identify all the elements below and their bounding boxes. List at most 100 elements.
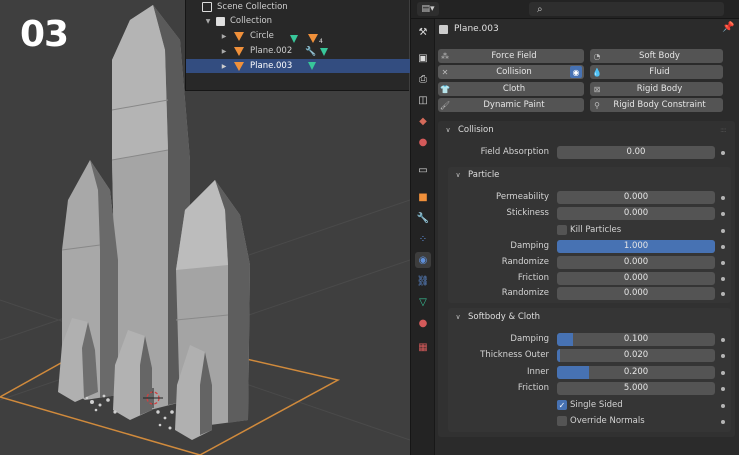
keyframe-dot-icon[interactable] <box>721 229 725 233</box>
outliner-row-label: Scene Collection <box>217 2 288 12</box>
tab-view-layer[interactable]: ◫ <box>415 92 431 108</box>
panel-title: Softbody & Cloth <box>468 312 541 322</box>
inner-field[interactable]: 0.200 <box>557 366 715 379</box>
button-label: Dynamic Paint <box>483 100 545 110</box>
modifier-mesh-icon <box>308 34 318 43</box>
outliner-row-plane-003[interactable]: ▶ Plane.003 <box>186 59 410 73</box>
eye-visibility-icon[interactable]: ◉ <box>570 66 582 78</box>
object-name: Plane.003 <box>454 24 499 34</box>
override-normals-checkbox[interactable] <box>557 416 567 426</box>
field-value: 1.000 <box>623 241 649 251</box>
mesh-data-icon <box>290 34 298 43</box>
keyframe-dot-icon[interactable] <box>721 277 725 281</box>
paint-brush-icon: 🖌 <box>439 100 451 110</box>
fluid-button[interactable]: 💧 Fluid <box>590 65 723 79</box>
collision-panel-header[interactable]: ∨ Collision <box>444 122 494 138</box>
outliner-row-label: Collection <box>230 16 273 26</box>
keyframe-dot-icon[interactable] <box>721 338 725 342</box>
kill-particles-label: Kill Particles <box>570 225 622 235</box>
pin-icon[interactable]: 📌 <box>722 22 734 33</box>
drag-handle-icon[interactable]: :::: <box>720 126 733 134</box>
damping-randomize-field[interactable]: 0.000 <box>557 256 715 269</box>
field-value: 0.000 <box>623 257 649 267</box>
stickiness-field[interactable]: 0.000 <box>557 207 715 220</box>
view-layer-icon: ◫ <box>418 94 428 106</box>
dynamic-paint-button[interactable]: 🖌 Dynamic Paint <box>438 98 584 112</box>
keyframe-dot-icon[interactable] <box>721 261 725 265</box>
properties-header: ▤▾ ⌕ <box>411 0 739 19</box>
output-icon: ⎙ <box>419 73 427 85</box>
particle-friction-field[interactable]: 0.000 <box>557 272 715 285</box>
rigid-body-button[interactable]: ⊠ Rigid Body <box>590 82 723 96</box>
mesh-object-icon <box>234 31 244 41</box>
tool-icon: ⚒ <box>418 26 428 38</box>
tab-render[interactable]: ▣ <box>415 50 431 66</box>
expand-arrow-icon[interactable]: ▶ <box>220 48 228 55</box>
field-value: 0.020 <box>623 350 649 360</box>
softbody-cloth-subpanel-header[interactable]: ∨ Softbody & Cloth <box>454 309 540 325</box>
tab-output[interactable]: ⎙ <box>415 71 431 87</box>
button-label: Cloth <box>502 84 526 94</box>
softbody-damping-field[interactable]: 0.100 <box>557 333 715 346</box>
step-number: 03 <box>20 14 69 55</box>
expand-arrow-icon[interactable]: ▶ <box>220 33 228 40</box>
tab-tool[interactable]: ⚒ <box>415 24 431 40</box>
keyframe-dot-icon[interactable] <box>721 212 725 216</box>
editor-type-dropdown[interactable]: ▤▾ <box>417 2 439 16</box>
inner-label: Inner <box>526 367 549 377</box>
properties-search-input[interactable]: ⌕ <box>529 2 724 16</box>
soft-body-button[interactable]: ◔ Soft Body <box>590 49 723 63</box>
stickiness-label: Stickiness <box>506 208 549 218</box>
thickness-outer-field[interactable]: 0.020 <box>557 349 715 362</box>
wrench-modifier-icon: 🔧 <box>305 47 317 57</box>
outliner-row-circle[interactable]: ▶ Circle 4 <box>186 29 410 45</box>
outliner-row-collection[interactable]: ▼ Collection <box>186 14 410 28</box>
cloth-button[interactable]: 👕 Cloth <box>438 82 584 96</box>
particle-subpanel-header[interactable]: ∨ Particle <box>454 167 499 183</box>
keyframe-dot-icon[interactable] <box>721 387 725 391</box>
outliner-row-label: Plane.002 <box>250 46 293 56</box>
collision-button[interactable]: ✕ Collision ◉ <box>438 65 584 79</box>
tab-collection[interactable]: ▭ <box>415 162 431 178</box>
button-label: Rigid Body <box>636 84 683 94</box>
collection-box-icon: ▭ <box>418 164 428 176</box>
keyframe-dot-icon[interactable] <box>721 292 725 296</box>
kill-particles-checkbox[interactable] <box>557 225 567 235</box>
field-absorption-field[interactable]: 0.00 <box>557 146 715 159</box>
button-label: Collision <box>496 67 532 77</box>
button-label: Soft Body <box>639 51 680 61</box>
render-icon: ▣ <box>418 52 428 64</box>
keyframe-dot-icon[interactable] <box>721 420 725 424</box>
keyframe-dot-icon[interactable] <box>721 245 725 249</box>
field-value: 0.000 <box>623 273 649 283</box>
friction-randomize-field[interactable]: 0.000 <box>557 287 715 300</box>
permeability-field[interactable]: 0.000 <box>557 191 715 204</box>
single-sided-checkbox[interactable]: ✓ <box>557 400 567 410</box>
keyframe-dot-icon[interactable] <box>721 354 725 358</box>
scene-icon: ◆ <box>419 115 427 127</box>
panel-title: Collision <box>458 125 494 135</box>
chevron-down-icon: ∨ <box>455 313 461 321</box>
outliner-row-scene-collection[interactable]: Scene Collection <box>186 0 410 14</box>
field-value: 0.100 <box>623 334 649 344</box>
force-field-button[interactable]: ⁂ Force Field <box>438 49 584 63</box>
expand-arrow-icon[interactable]: ▶ <box>220 63 228 70</box>
keyframe-dot-icon[interactable] <box>721 151 725 155</box>
thickness-outer-label: Thickness Outer <box>480 350 549 360</box>
keyframe-dot-icon[interactable] <box>721 371 725 375</box>
outliner[interactable]: Scene Collection ▼ Collection ▶ Circle 4… <box>185 0 410 91</box>
softbody-friction-field[interactable]: 5.000 <box>557 382 715 395</box>
remove-x-icon[interactable]: ✕ <box>438 68 452 77</box>
keyframe-dot-icon[interactable] <box>721 404 725 408</box>
tab-material[interactable]: ● <box>415 315 431 331</box>
keyframe-dot-icon[interactable] <box>721 196 725 200</box>
panel-title: Particle <box>468 170 500 180</box>
outliner-row-plane-002[interactable]: ▶ Plane.002 🔧 <box>186 44 410 58</box>
rigid-body-constraint-button[interactable]: ⚲ Rigid Body Constraint <box>590 98 723 112</box>
damping-randomize-label: Randomize <box>501 257 549 267</box>
soft-body-icon: ◔ <box>593 51 601 61</box>
tab-scene[interactable]: ◆ <box>415 113 431 129</box>
particle-damping-field[interactable]: 1.000 <box>557 240 715 253</box>
collapse-arrow-icon[interactable]: ▼ <box>204 18 212 25</box>
mesh-data-icon <box>320 48 329 56</box>
